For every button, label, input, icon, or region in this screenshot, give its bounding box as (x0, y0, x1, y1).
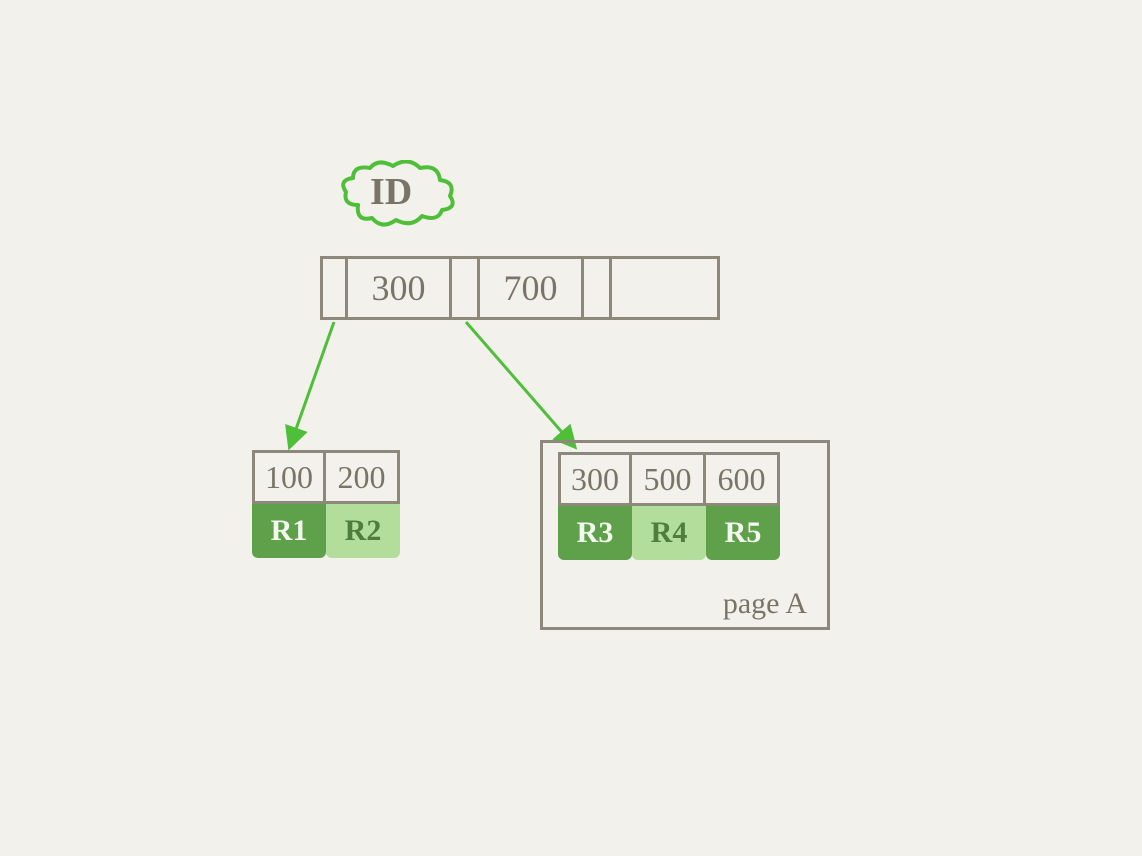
leaf1-rec-0: R1 (252, 504, 326, 558)
root-empty (612, 256, 720, 320)
root-ptr-1 (452, 256, 480, 320)
leaf1-rec-1: R2 (326, 504, 400, 558)
arrows (0, 0, 1142, 856)
leaf2-key-0: 300 (558, 452, 632, 506)
root-key-0: 300 (348, 256, 452, 320)
leaf2-rec-0: R3 (558, 506, 632, 560)
root-key-1: 700 (480, 256, 584, 320)
leaf2-key-2: 600 (706, 452, 780, 506)
leaf2-key-1: 500 (632, 452, 706, 506)
leaf-node-2: 300 500 600 R3 R4 R5 (558, 452, 780, 560)
leaf2-rec-1: R4 (632, 506, 706, 560)
leaf2-rec-2: R5 (706, 506, 780, 560)
leaf1-key-0: 100 (252, 450, 326, 504)
root-index-node: 300 700 (320, 256, 720, 320)
leaf1-key-1: 200 (326, 450, 400, 504)
root-ptr-0 (320, 256, 348, 320)
cloud-label: ID (370, 170, 412, 214)
leaf-node-1: 100 200 R1 R2 (252, 450, 400, 558)
root-ptr-2 (584, 256, 612, 320)
page-a-label: page A (723, 587, 807, 621)
